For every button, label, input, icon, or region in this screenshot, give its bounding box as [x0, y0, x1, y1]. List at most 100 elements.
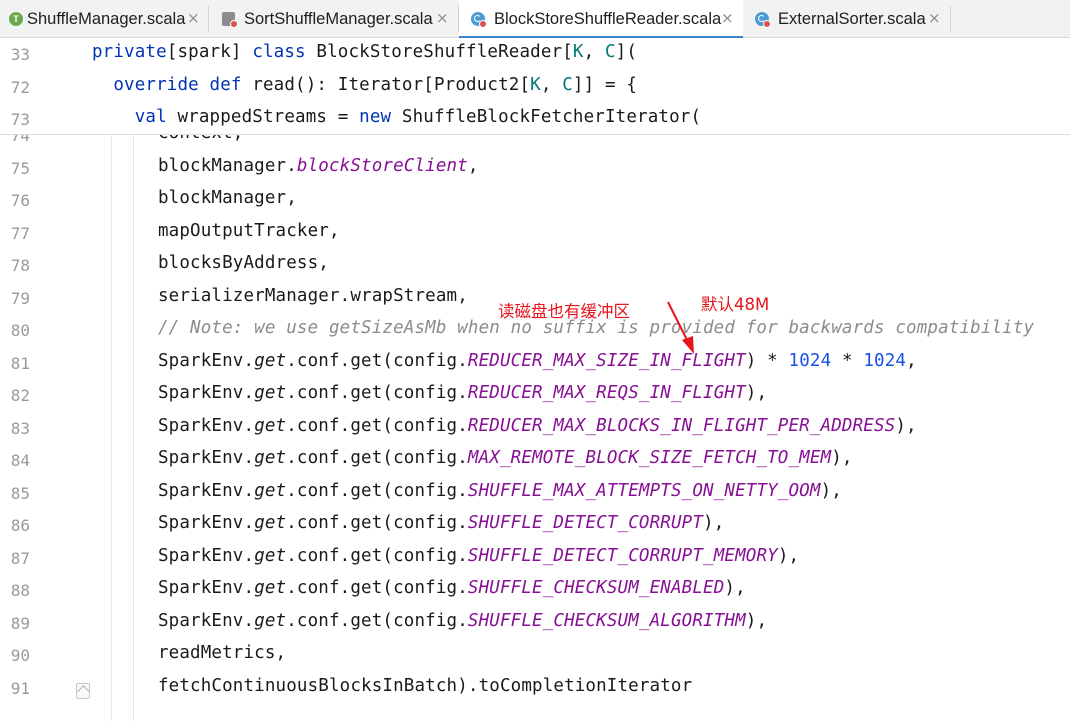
- code-token: SparkEnv.: [158, 350, 255, 371]
- code-line[interactable]: SparkEnv.get.conf.get(config.SHUFFLE_CHE…: [158, 611, 767, 631]
- code-line[interactable]: SparkEnv.get.conf.get(config.REDUCER_MAX…: [158, 416, 917, 436]
- code-token: get: [254, 415, 287, 436]
- code-token: get: [254, 480, 287, 501]
- code-token: SHUFFLE_DETECT_CORRUPT: [467, 513, 704, 533]
- code-token: .conf.get(config.: [286, 545, 468, 566]
- code-token: SHUFFLE_MAX_ATTEMPTS_ON_NETTY_OOM: [467, 480, 821, 501]
- line-number: 73: [10, 110, 30, 129]
- close-icon[interactable]: ×: [721, 9, 734, 27]
- code-token: wrappedStreams =: [166, 107, 360, 127]
- line-number: 33: [10, 45, 30, 64]
- code-token: REDUCER_MAX_BLOCKS_IN_FLIGHT_PER_ADDRESS: [467, 415, 896, 436]
- line-number: 79: [10, 288, 30, 308]
- line-number: 84: [10, 451, 30, 470]
- code-token: .conf.get(config.: [286, 350, 468, 371]
- scala-object-icon: [222, 12, 238, 28]
- annotation-arrow-icon: [667, 301, 694, 354]
- code-token: blockManager.: [158, 155, 297, 176]
- code-token: class: [252, 42, 306, 62]
- code-line[interactable]: readMetrics,: [158, 643, 286, 663]
- code-token: get: [254, 610, 287, 631]
- close-icon[interactable]: ×: [436, 9, 449, 27]
- code-token: .conf.get(config.: [286, 448, 468, 468]
- tab-external-sorter[interactable]: ExternalSorter.scala ×: [744, 0, 950, 38]
- tab-divider: [208, 6, 209, 32]
- code-line[interactable]: SparkEnv.get.conf.get(config.SHUFFLE_MAX…: [158, 481, 842, 501]
- code-token: .conf.get(config.: [286, 383, 468, 403]
- line-number: 78: [10, 256, 30, 275]
- code-token: .conf.get(config.: [286, 480, 468, 501]
- line-number: 81: [10, 353, 30, 373]
- code-token: SparkEnv.: [158, 578, 255, 598]
- code-token: ) *: [745, 350, 789, 371]
- code-editor[interactable]: 33 private[spark] class BlockStoreShuffle…: [0, 38, 1070, 721]
- code-token: K: [572, 42, 584, 62]
- code-token: ),: [745, 610, 768, 631]
- code-line[interactable]: SparkEnv.get.conf.get(config.SHUFFLE_CHE…: [158, 578, 746, 598]
- code-line[interactable]: blocksByAddress,: [158, 253, 329, 273]
- code-token: serializerManager.wrapStream,: [158, 285, 468, 306]
- tab-label: BlockStoreShuffleReader.scala: [494, 10, 722, 28]
- code-line[interactable]: serializerManager.wrapStream,: [158, 286, 468, 306]
- code-token: .conf.get(config.: [286, 578, 468, 598]
- code-line[interactable]: SparkEnv.get.conf.get(config.MAX_REMOTE_…: [158, 448, 853, 468]
- code-token: .conf.get(config.: [286, 415, 468, 436]
- code-line[interactable]: blockManager.blockStoreClient,: [158, 156, 479, 176]
- fold-icon[interactable]: [76, 683, 90, 699]
- tab-shuffle-manager[interactable]: T ShuffleManager.scala ×: [0, 0, 208, 38]
- code-token: new: [359, 107, 392, 127]
- code-line[interactable]: mapOutputTracker,: [158, 221, 340, 241]
- close-icon[interactable]: ×: [187, 9, 200, 27]
- code-token: ),: [724, 578, 746, 598]
- line-number: 88: [10, 581, 30, 600]
- indent-guide: [111, 134, 112, 721]
- code-token: ](: [615, 42, 638, 62]
- code-token: [spark]: [166, 42, 253, 62]
- code-line[interactable]: val wrappedStreams = new ShuffleBlockFet…: [92, 107, 701, 127]
- close-icon[interactable]: ×: [928, 9, 941, 27]
- code-token: fetchContinuousBlocksInBatch).toCompleti…: [158, 675, 693, 696]
- code-token: SparkEnv.: [158, 448, 255, 468]
- code-token: val: [134, 107, 167, 127]
- code-token: SparkEnv.: [158, 383, 255, 403]
- code-line[interactable]: override def read(): Iterator[Product2[K…: [92, 75, 637, 95]
- line-number: 75: [10, 158, 30, 178]
- code-token: ,: [583, 42, 605, 62]
- code-token: get: [254, 448, 287, 468]
- editor-tab-bar: T ShuffleManager.scala × SortShuffleMana…: [0, 0, 1070, 39]
- code-line[interactable]: fetchContinuousBlocksInBatch).toCompleti…: [158, 676, 692, 696]
- annotation-disk-buffer: 读磁盘也有缓冲区: [498, 302, 630, 321]
- code-token: get: [254, 578, 287, 598]
- code-token: ),: [831, 448, 853, 468]
- line-number: 72: [10, 77, 30, 97]
- code-token: get: [254, 545, 287, 566]
- code-token: read(): Iterator[Product2[: [241, 74, 531, 95]
- tab-block-store-shuffle-reader[interactable]: BlockStoreShuffleReader.scala ×: [459, 0, 743, 39]
- tab-label: ShuffleManager.scala: [27, 10, 186, 28]
- code-token: blockManager,: [158, 188, 297, 208]
- code-token: ,: [540, 74, 563, 95]
- code-line[interactable]: SparkEnv.get.conf.get(config.REDUCER_MAX…: [158, 351, 917, 371]
- code-token: 1024: [863, 350, 907, 371]
- code-line[interactable]: private[spark] class BlockStoreShuffleRe…: [92, 42, 637, 62]
- tab-divider: [950, 6, 951, 32]
- code-line[interactable]: blockManager,: [158, 188, 297, 208]
- code-line[interactable]: SparkEnv.get.conf.get(config.SHUFFLE_DET…: [158, 546, 799, 566]
- annotation-default-size: 默认48M: [701, 295, 770, 314]
- code-token: *: [831, 350, 864, 371]
- indent-guide: [133, 134, 134, 721]
- scala-class-icon: [755, 12, 771, 28]
- code-token: readMetrics,: [158, 643, 287, 663]
- code-token: get: [254, 513, 287, 533]
- code-line[interactable]: SparkEnv.get.conf.get(config.REDUCER_MAX…: [158, 383, 767, 403]
- tab-sort-shuffle-manager[interactable]: SortShuffleManager.scala ×: [210, 0, 458, 38]
- line-number: 77: [10, 223, 30, 243]
- code-token: blockStoreClient: [296, 155, 468, 176]
- line-number: 85: [10, 483, 30, 503]
- code-line[interactable]: SparkEnv.get.conf.get(config.SHUFFLE_DET…: [158, 513, 724, 533]
- code-token: SparkEnv.: [158, 610, 255, 631]
- scala-trait-icon: T: [9, 12, 23, 26]
- code-token: ShuffleBlockFetcherIterator(: [391, 107, 702, 127]
